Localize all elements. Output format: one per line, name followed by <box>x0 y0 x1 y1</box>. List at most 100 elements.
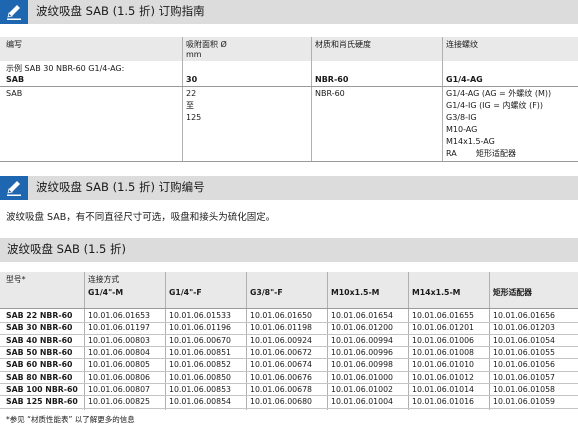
column-header: M14x1.5-M <box>412 288 461 297</box>
thread-option-desc: 矩形适配器 <box>476 149 516 158</box>
order-number: 10.01.06.00674 <box>250 360 313 370</box>
header-code: 编写 <box>6 40 22 49</box>
order-number: 10.01.06.01198 <box>250 323 313 333</box>
order-number: 10.01.06.01054 <box>493 335 556 345</box>
col-divider <box>84 272 85 410</box>
description-text: 波纹吸盘 SAB，有不同直径尺寸可选，吸盘和接头为硫化固定。 <box>6 212 276 223</box>
order-number: 10.01.06.01004 <box>331 397 394 407</box>
size-to: 至 <box>186 101 194 110</box>
order-number: 10.01.06.00807 <box>88 384 151 394</box>
order-number: 10.01.06.00850 <box>169 372 232 382</box>
row-type: SAB 40 NBR-60 <box>6 335 73 345</box>
size-min: 22 <box>186 89 197 98</box>
order-number: 10.01.06.00924 <box>250 335 313 345</box>
col-divider <box>489 272 490 410</box>
column-header: M10x1.5-M <box>331 288 380 297</box>
order-number: 10.01.06.00996 <box>331 347 394 357</box>
pencil-icon-box <box>0 176 28 200</box>
order-number: 10.01.06.00852 <box>169 360 232 370</box>
order-number: 10.01.06.00998 <box>331 360 394 370</box>
example-label: 示例 SAB 30 NBR-60 G1/4-AG: <box>6 64 125 73</box>
row-type: SAB 22 NBR-60 <box>6 311 73 320</box>
col-divider <box>442 37 443 161</box>
header-diameter-unit: mm <box>186 50 202 59</box>
col-divider <box>311 37 312 161</box>
col-divider <box>246 272 247 410</box>
example-size: 30 <box>186 75 198 84</box>
order-number: 10.01.06.00803 <box>88 335 151 345</box>
thread-option: M10-AG <box>446 125 478 134</box>
order-number: 10.01.06.00806 <box>88 372 151 382</box>
section-header-order-number: 波纹吸盘 SAB (1.5 折) 订购编号 <box>0 176 578 200</box>
order-number: 10.01.06.00825 <box>88 397 151 407</box>
row-type: SAB 100 NBR-60 <box>6 384 78 394</box>
order-number: 10.01.06.01200 <box>331 323 394 333</box>
order-number: 10.01.06.01650 <box>250 311 313 320</box>
section-header-table: 波纹吸盘 SAB (1.5 折) <box>0 238 578 262</box>
order-number: 10.01.06.01016 <box>412 397 475 407</box>
order-number: 10.01.06.01201 <box>412 323 475 333</box>
header-material: 材质和肖氏硬度 <box>315 40 371 49</box>
section-title: 波纹吸盘 SAB (1.5 折) 订购编号 <box>36 180 205 194</box>
material-value: NBR-60 <box>315 89 345 98</box>
order-number: 10.01.06.01654 <box>331 311 394 320</box>
pencil-icon <box>7 5 21 20</box>
order-number: 10.01.06.01055 <box>493 347 556 357</box>
order-number: 10.01.06.00670 <box>169 335 232 345</box>
header-thread: 连接螺纹 <box>446 40 478 49</box>
row-type: SAB 80 NBR-60 <box>6 372 73 382</box>
column-header: G1/4"-F <box>169 288 202 297</box>
thread-option: G1/4-IG (IG = 内螺纹 (F)) <box>446 101 544 110</box>
col-divider <box>327 272 328 410</box>
order-number: 10.01.06.00854 <box>169 397 232 407</box>
thread-option: G1/4-AG (AG = 外螺纹 (M)) <box>446 89 552 98</box>
order-number: 10.01.06.01656 <box>493 311 556 320</box>
order-number: 10.01.06.01203 <box>493 323 556 333</box>
row-type: SAB 50 NBR-60 <box>6 347 73 357</box>
thread-option: M14x1.5-AG <box>446 137 495 146</box>
col-divider <box>165 272 166 410</box>
section-header-ordering-guide: 波纹吸盘 SAB (1.5 折) 订购指南 <box>0 0 578 24</box>
order-number: 10.01.06.00804 <box>88 347 151 357</box>
table-header-band <box>0 272 578 308</box>
order-number: 10.01.06.01008 <box>412 347 475 357</box>
order-number: 10.01.06.01014 <box>412 384 475 394</box>
order-number: 10.01.06.01655 <box>412 311 475 320</box>
row-rule <box>0 407 578 409</box>
order-number: 10.01.06.01002 <box>331 384 394 394</box>
header-type: 型号* <box>6 275 26 284</box>
header-diameter: 吸附面积 Ø <box>186 40 227 49</box>
order-number: 10.01.06.00680 <box>250 397 313 407</box>
order-number: 10.01.06.01196 <box>169 323 232 333</box>
order-number: 10.01.06.00805 <box>88 360 151 370</box>
order-number: 10.01.06.00851 <box>169 347 232 357</box>
order-number: 10.01.06.01056 <box>493 360 556 370</box>
order-number: 10.01.06.00676 <box>250 372 313 382</box>
row-type: SAB 60 NBR-60 <box>6 360 73 370</box>
column-header: G1/4"-M <box>88 288 124 297</box>
footnote: *参见 “材质性能表” 以了解更多的信息 <box>6 415 135 424</box>
section-title: 波纹吸盘 SAB (1.5 折) <box>7 242 126 256</box>
order-number: 10.01.06.00678 <box>250 384 313 394</box>
pencil-icon <box>7 181 21 196</box>
order-number: 10.01.06.00994 <box>331 335 394 345</box>
pencil-icon-box <box>0 0 28 24</box>
order-number: 10.01.06.01012 <box>412 372 475 382</box>
ordering-header-band <box>0 37 578 61</box>
row-divider <box>0 86 578 87</box>
thread-option: G3/8-IG <box>446 113 477 122</box>
section-title: 波纹吸盘 SAB (1.5 折) 订购指南 <box>36 4 205 18</box>
order-number: 10.01.06.01197 <box>88 323 151 333</box>
example-sab: SAB <box>6 75 25 84</box>
order-number: 10.01.06.01000 <box>331 372 394 382</box>
order-number: 10.01.06.01057 <box>493 372 556 382</box>
row-type: SAB 125 NBR-60 <box>6 397 78 407</box>
example-thread: G1/4-AG <box>446 75 483 84</box>
row-type: SAB 30 NBR-60 <box>6 323 73 333</box>
section-bottom-rule <box>0 161 578 162</box>
header-rule <box>0 308 578 309</box>
order-number: 10.01.06.01010 <box>412 360 475 370</box>
order-number: 10.01.06.01058 <box>493 384 556 394</box>
order-number: 10.01.06.00672 <box>250 347 313 357</box>
order-number: 10.01.06.01006 <box>412 335 475 345</box>
